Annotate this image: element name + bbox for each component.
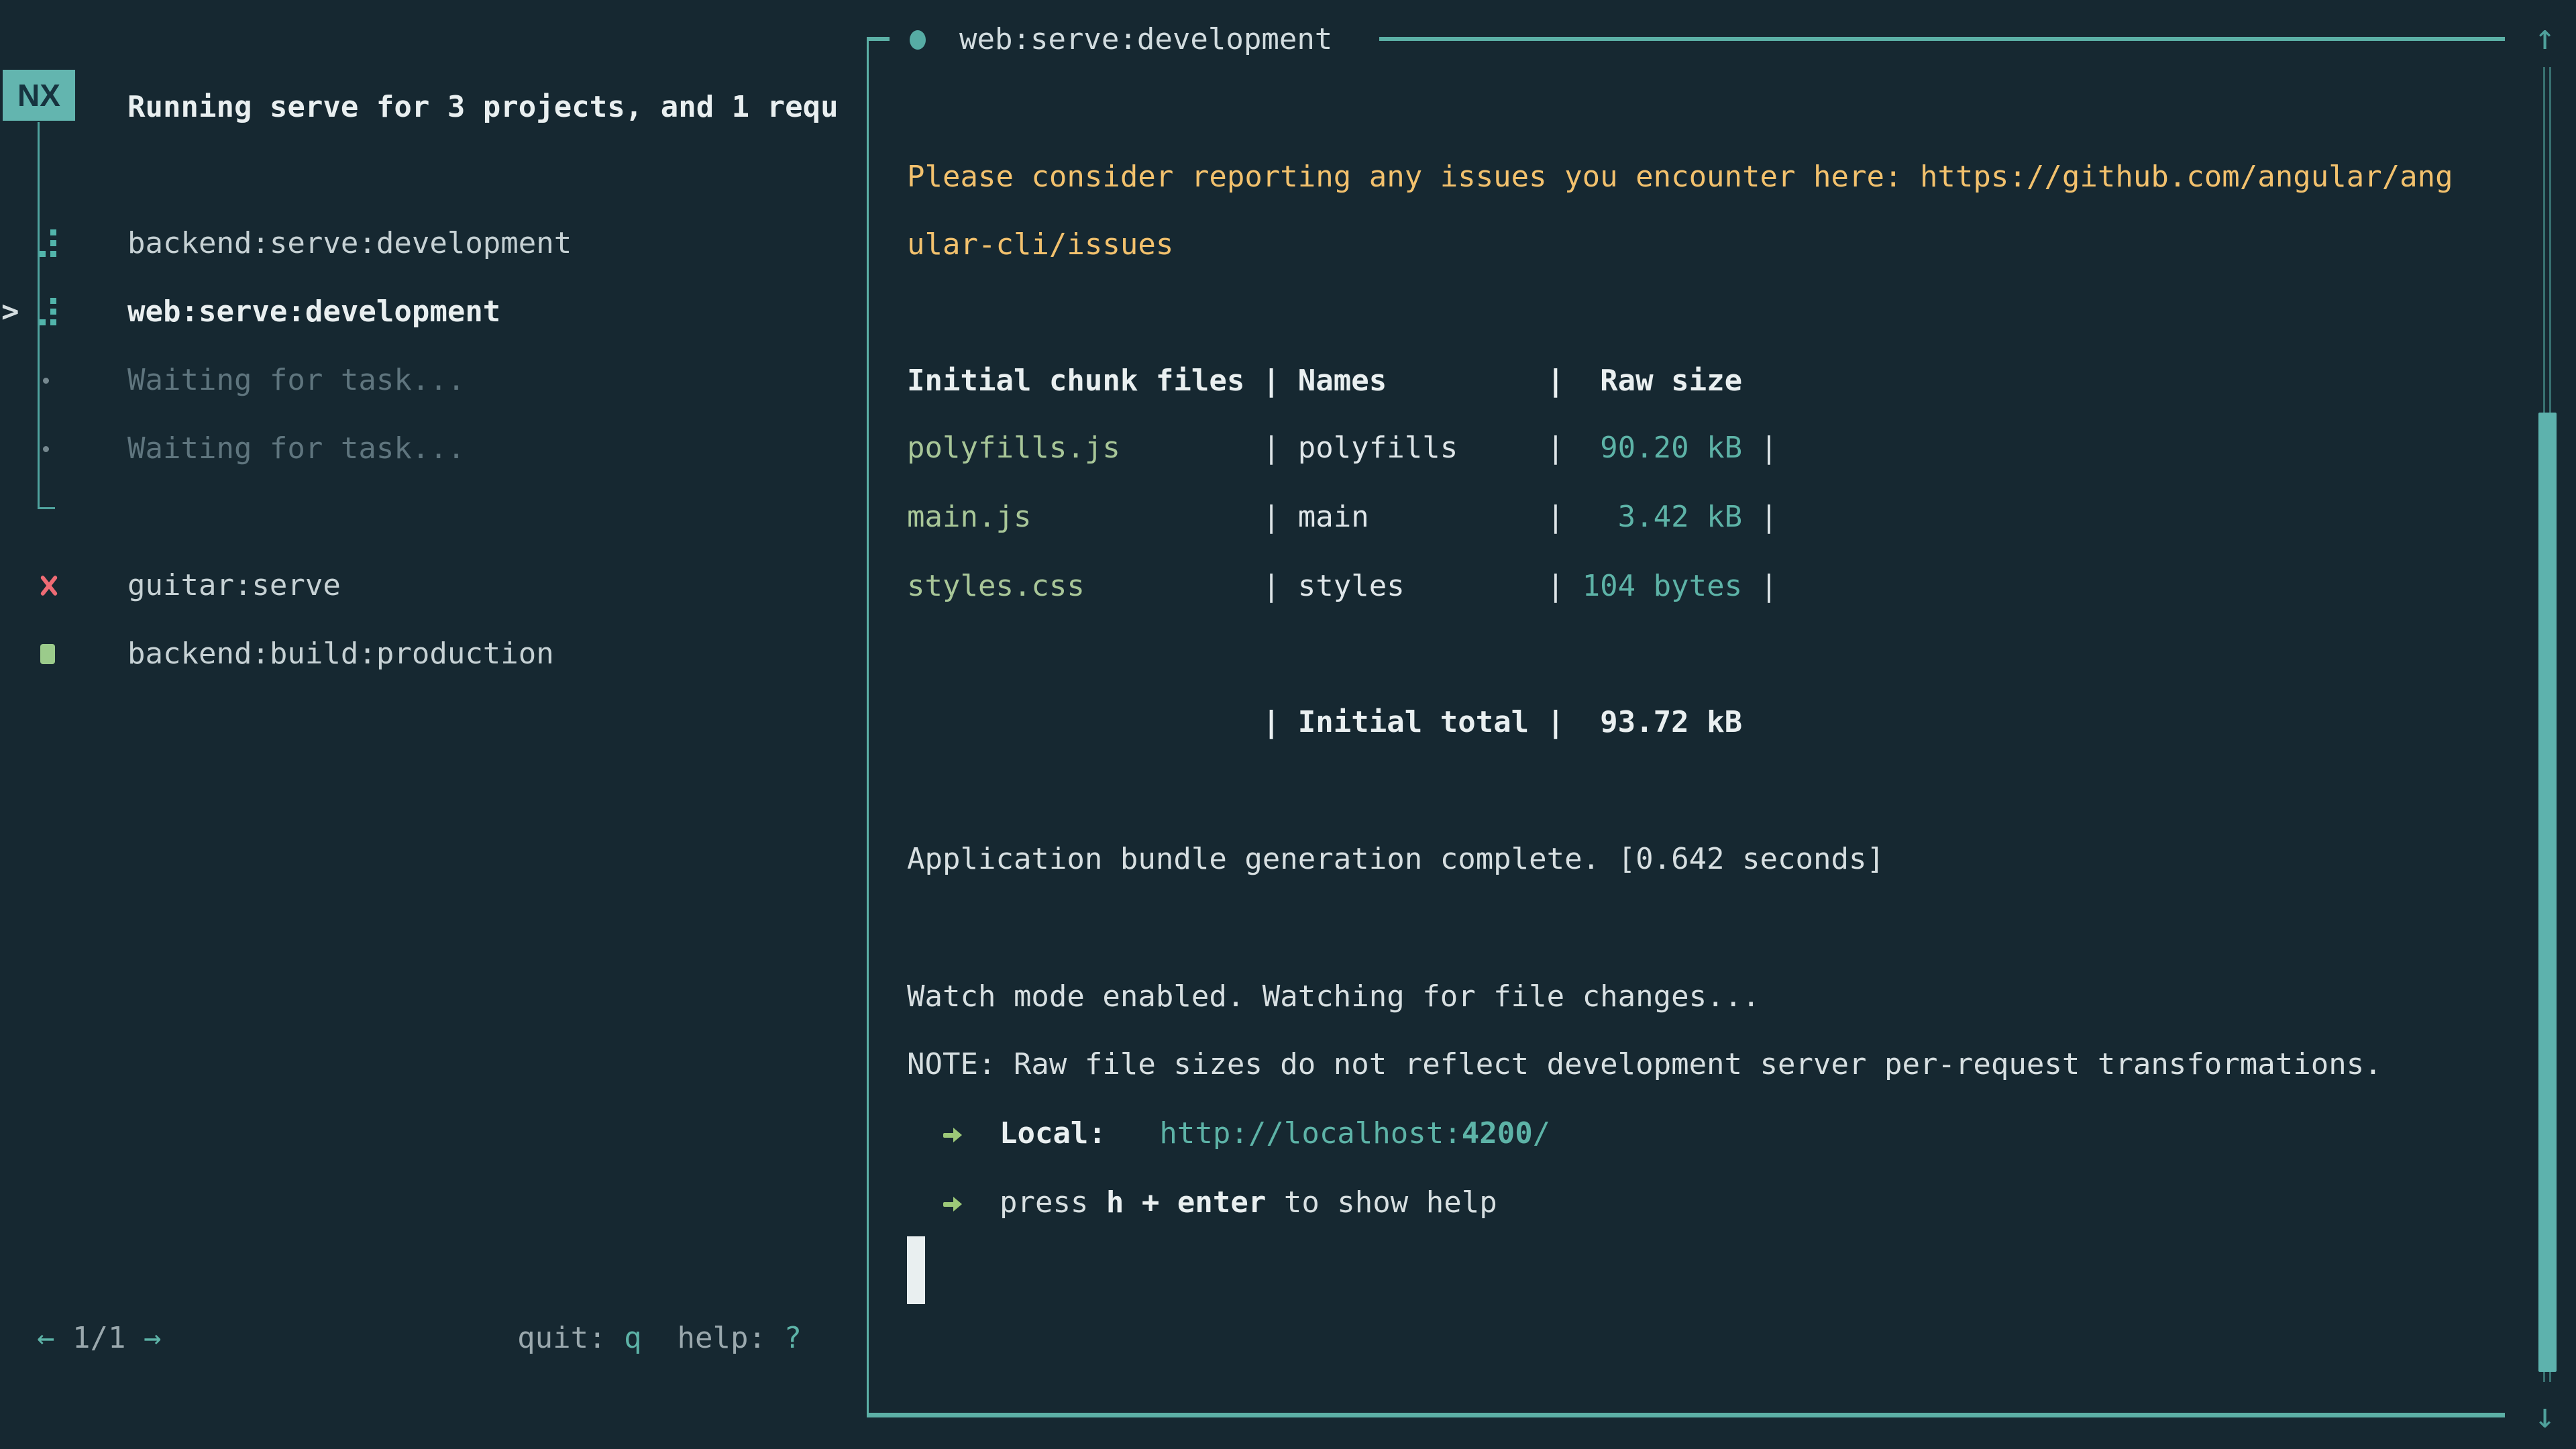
arrow-right-icon (943, 1194, 964, 1214)
waiting-dot-icon (43, 446, 49, 452)
waiting-dot-icon (43, 378, 49, 384)
pipe: | (1742, 569, 1778, 603)
local-url-link[interactable]: http://localhost: (1159, 1116, 1461, 1150)
pipe: | (1263, 569, 1298, 603)
chunk-table-header: Initial chunk files | Names | Raw size (907, 360, 1742, 402)
quit-label: quit: (517, 1321, 624, 1355)
pager-spacer (125, 1321, 144, 1355)
gap (964, 1185, 1000, 1220)
shortcut-hints: quit: q help: ? (496, 1318, 802, 1359)
task-item-waiting-2[interactable]: Waiting for task... (127, 428, 465, 470)
blank (907, 705, 1263, 739)
pager-position (55, 1321, 73, 1355)
failed-x-icon (38, 572, 60, 599)
chunk-size: 90.20 kB (1582, 431, 1742, 465)
help-hint-line: press h + enter to show help (907, 1182, 1497, 1224)
nx-logo: NX (3, 70, 75, 121)
pipe: | (1529, 705, 1582, 739)
local-url-port[interactable]: 4200 (1462, 1116, 1533, 1150)
quit-key: q (624, 1321, 642, 1355)
col-files: Initial chunk files (907, 364, 1263, 398)
spinner-icon (39, 297, 58, 327)
selection-chevron-icon: > (1, 291, 19, 333)
note-line: NOTE: Raw file sizes do not reflect deve… (907, 1044, 2382, 1085)
pipe: | (1529, 500, 1582, 534)
pipe: | (1529, 569, 1582, 603)
help-key: ? (784, 1321, 802, 1355)
gap (964, 1116, 1000, 1150)
indent (907, 1116, 943, 1150)
app-title: Running serve for 3 projects, and 1 requ (127, 87, 839, 128)
chunk-file: polyfills.js (907, 431, 1263, 465)
scroll-up-icon[interactable]: ↑ (2534, 17, 2575, 58)
help-suffix: to show help (1266, 1185, 1497, 1220)
pipe: | (1263, 705, 1298, 739)
task-item-backend-serve[interactable]: backend:serve:development (127, 223, 572, 264)
chunk-name: main (1298, 500, 1529, 534)
notice-line-1: Please consider reporting any issues you… (907, 156, 2453, 198)
chunk-size: 104 bytes (1582, 569, 1742, 603)
total-label: Initial total (1298, 705, 1529, 739)
chunk-file: styles.css (907, 569, 1263, 603)
pager-current: 1/1 (72, 1321, 125, 1355)
status-dot-icon (910, 30, 926, 50)
total-size: 93.72 kB (1582, 705, 1742, 739)
watch-mode-line: Watch mode enabled. Watching for file ch… (907, 976, 1760, 1018)
panel-border-bottom (867, 1413, 2505, 1417)
col-names: Names (1298, 364, 1529, 398)
scroll-down-icon[interactable]: ↓ (2534, 1395, 2575, 1437)
local-url-line: Local: http://localhost:4200/ (907, 1113, 1550, 1155)
chunk-row-main: main.js | main | 3.42 kB | (907, 496, 1778, 538)
panel-border-top-stub (867, 37, 890, 41)
arrow-right-icon (943, 1125, 964, 1145)
initial-total-row: | Initial total | 93.72 kB (907, 702, 1742, 743)
pipe: | (1529, 431, 1582, 465)
task-item-guitar-serve[interactable]: guitar:serve (127, 565, 341, 606)
task-item-waiting-1[interactable]: Waiting for task... (127, 360, 465, 401)
chunk-file: main.js (907, 500, 1263, 534)
indent (907, 1185, 943, 1220)
pager-prev-icon[interactable]: ← (37, 1321, 55, 1355)
chunk-name: polyfills (1298, 431, 1529, 465)
pipe: | (1263, 431, 1298, 465)
success-square-icon (40, 644, 55, 664)
output-panel-title: web:serve:development (959, 19, 1332, 60)
pipe: | (1263, 500, 1298, 534)
pager-next-icon[interactable]: → (144, 1321, 162, 1355)
nx-terminal-ui: NX Running serve for 3 projects, and 1 r… (0, 0, 2576, 1449)
terminal-cursor (907, 1236, 925, 1304)
chunk-row-polyfills: polyfills.js | polyfills | 90.20 kB | (907, 427, 1778, 469)
spinner-icon (39, 229, 58, 258)
chunk-row-styles: styles.css | styles | 104 bytes | (907, 566, 1778, 607)
chunk-size: 3.42 kB (1582, 500, 1742, 534)
pipe: | (1742, 500, 1778, 534)
local-url-slash[interactable]: / (1533, 1116, 1551, 1150)
local-label: Local: (1000, 1116, 1106, 1150)
col-sep: | (1529, 364, 1582, 398)
help-keys: h + enter (1106, 1185, 1266, 1220)
panel-border-top (1379, 37, 2505, 41)
col-sep: | (1263, 364, 1298, 398)
bundle-complete-line: Application bundle generation complete. … (907, 839, 1884, 880)
hint-gap (642, 1321, 678, 1355)
col-raw-size: Raw size (1582, 364, 1742, 398)
pager: ← 1/1 → (37, 1318, 161, 1359)
chunk-name: styles (1298, 569, 1529, 603)
spacing (1106, 1116, 1159, 1150)
help-prefix: press (1000, 1185, 1106, 1220)
notice-line-2: ular-cli/issues (907, 224, 1173, 266)
pipe: | (1742, 431, 1778, 465)
help-label: help: (678, 1321, 784, 1355)
task-group-bracket-tick (38, 507, 55, 509)
scrollbar-thumb[interactable] (2538, 413, 2557, 1372)
task-item-backend-build[interactable]: backend:build:production (127, 633, 554, 675)
task-item-web-serve[interactable]: web:serve:development (127, 291, 500, 333)
panel-border-left (867, 37, 869, 1417)
